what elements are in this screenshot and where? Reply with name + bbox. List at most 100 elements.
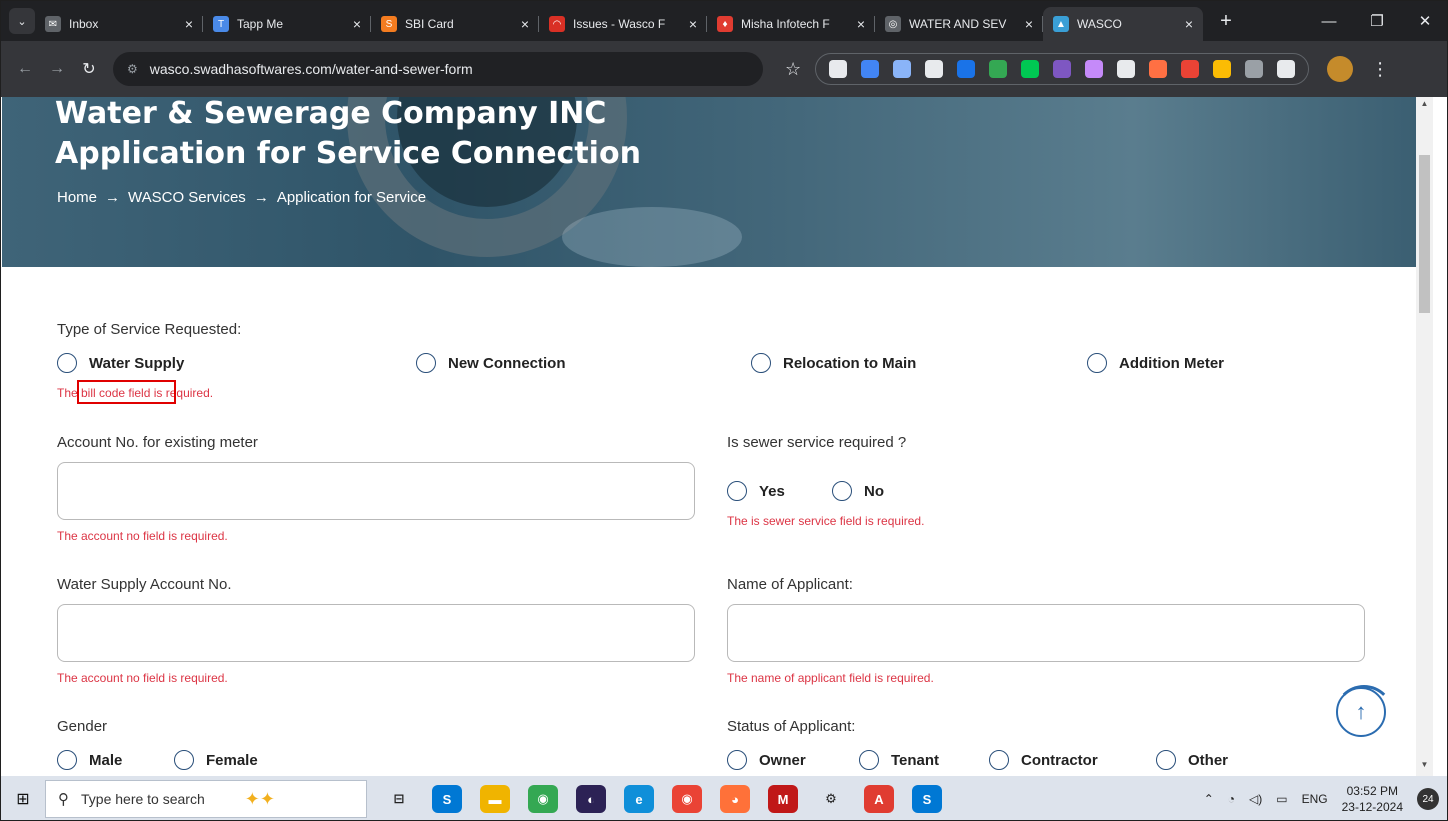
radio-circle[interactable] (416, 353, 436, 373)
taskbar-search-box[interactable]: ⚲ Type here to search ✦✦ (45, 780, 367, 818)
radio-addition-meter[interactable]: Addition Meter (1087, 353, 1224, 373)
radio-status-contractor[interactable]: Contractor (989, 750, 1098, 770)
extension-icon[interactable] (1085, 60, 1104, 78)
tab-favicon-icon: ▲ (1053, 16, 1069, 32)
close-window-button[interactable]: ✕ (1401, 1, 1447, 41)
new-tab-button[interactable]: + (1213, 10, 1239, 33)
taskbar-file-explorer-icon[interactable]: ▬ (480, 785, 510, 813)
browser-tab[interactable]: ◎ WATER AND SEV × (875, 7, 1043, 41)
extension-icon[interactable] (893, 60, 912, 78)
battery-icon[interactable]: ▭ (1276, 792, 1287, 806)
taskbar-chrome-icon[interactable]: ◉ (528, 785, 558, 813)
notification-center-badge[interactable]: 24 (1417, 788, 1439, 810)
taskbar-chrome-profile-icon[interactable]: ◉ (672, 785, 702, 813)
browser-tab[interactable]: T Tapp Me × (203, 7, 371, 41)
extension-icon[interactable] (1149, 60, 1168, 78)
scroll-down-arrow-icon[interactable]: ▼ (1416, 760, 1433, 774)
radio-circle[interactable] (57, 353, 77, 373)
network-icon[interactable]: ◔ (1228, 792, 1235, 806)
taskbar-mcafee-icon[interactable]: M (768, 785, 798, 813)
radio-sewer-yes[interactable]: Yes (727, 481, 785, 501)
browser-tab[interactable]: ♦ Misha Infotech F × (707, 7, 875, 41)
radio-circle[interactable] (859, 750, 879, 770)
radio-label: Contractor (1021, 751, 1098, 769)
breadcrumb-services[interactable]: WASCO Services (128, 189, 246, 206)
radio-relocation-to-main[interactable]: Relocation to Main (751, 353, 916, 373)
restore-button[interactable]: ❐ (1353, 1, 1401, 41)
minimize-button[interactable]: — (1305, 1, 1353, 41)
radio-circle[interactable] (1156, 750, 1176, 770)
browser-tab[interactable]: S SBI Card × (371, 7, 539, 41)
taskbar-eclipse-icon[interactable]: ◐ (576, 785, 606, 813)
profile-avatar[interactable] (1327, 56, 1354, 82)
taskbar-clock[interactable]: 03:52 PM 23-12-2024 (1342, 783, 1403, 815)
applicant-name-input[interactable] (727, 604, 1365, 662)
radio-status-other[interactable]: Other (1156, 750, 1228, 770)
clock-time: 03:52 PM (1346, 784, 1398, 798)
radio-circle[interactable] (832, 481, 852, 501)
taskbar-acrobat-icon[interactable]: A (864, 785, 894, 813)
extension-icon[interactable] (1021, 60, 1040, 78)
radio-circle[interactable] (727, 481, 747, 501)
volume-icon[interactable]: ◁) (1249, 792, 1262, 806)
extension-icon[interactable] (1245, 60, 1264, 78)
radio-new-connection[interactable]: New Connection (416, 353, 566, 373)
taskbar-firefox-icon[interactable]: ◕ (720, 785, 750, 813)
extension-icon[interactable] (1117, 60, 1136, 78)
breadcrumb-home[interactable]: Home (57, 189, 97, 206)
browser-tab[interactable]: ◠ Issues - Wasco F × (539, 7, 707, 41)
extension-icon[interactable] (1053, 60, 1072, 78)
extension-icon[interactable] (829, 60, 848, 78)
radio-circle[interactable] (989, 750, 1009, 770)
browser-menu-icon[interactable]: ⋮ (1371, 59, 1389, 80)
taskbar-settings-icon[interactable]: ⚙ (816, 785, 846, 813)
browser-tab[interactable]: ✉ Inbox × (35, 7, 203, 41)
extension-icon[interactable] (1277, 60, 1296, 78)
scrollbar-thumb[interactable] (1419, 155, 1430, 313)
tab-search-button[interactable]: ⌄ (9, 8, 35, 34)
page-scrollbar[interactable]: ▲ ▼ (1416, 97, 1433, 776)
taskbar-skype-2-icon[interactable]: S (912, 785, 942, 813)
tab-close-icon[interactable]: × (1025, 16, 1033, 32)
browser-tab[interactable]: ▲ WASCO × (1043, 7, 1203, 41)
tray-overflow-icon[interactable]: ⌃ (1204, 792, 1214, 806)
radio-circle[interactable] (174, 750, 194, 770)
radio-gender-male[interactable]: Male (57, 750, 122, 770)
radio-circle[interactable] (1087, 353, 1107, 373)
tab-close-icon[interactable]: × (353, 16, 361, 32)
radio-status-owner[interactable]: Owner (727, 750, 806, 770)
scroll-up-arrow-icon[interactable]: ▲ (1416, 99, 1433, 113)
radio-sewer-no[interactable]: No (832, 481, 884, 501)
radio-circle[interactable] (57, 750, 77, 770)
reload-button[interactable]: ↻ (75, 59, 103, 79)
tab-close-icon[interactable]: × (521, 16, 529, 32)
tab-close-icon[interactable]: × (689, 16, 697, 32)
radio-circle[interactable] (727, 750, 747, 770)
tab-close-icon[interactable]: × (185, 16, 193, 32)
site-info-icon[interactable]: ⚙ (127, 62, 138, 76)
extension-icon[interactable] (861, 60, 880, 78)
tab-close-icon[interactable]: × (1185, 16, 1193, 32)
water-account-input[interactable] (57, 604, 695, 662)
radio-water-supply[interactable]: Water Supply (57, 353, 184, 373)
windows-start-icon[interactable]: ⊞ (1, 789, 45, 809)
extension-icon[interactable] (1181, 60, 1200, 78)
tab-close-icon[interactable]: × (857, 16, 865, 32)
address-bar[interactable]: ⚙ wasco.swadhasoftwares.com/water-and-se… (113, 52, 763, 86)
bookmark-star-icon[interactable]: ☆ (785, 59, 801, 80)
forward-button[interactable]: → (43, 60, 71, 78)
taskbar-edge-icon[interactable]: e (624, 785, 654, 813)
radio-status-tenant[interactable]: Tenant (859, 750, 939, 770)
extension-icon[interactable] (1213, 60, 1232, 78)
extension-icon[interactable] (989, 60, 1008, 78)
account-existing-input[interactable] (57, 462, 695, 520)
back-button[interactable]: ← (11, 60, 39, 78)
extension-icon[interactable] (925, 60, 944, 78)
language-indicator[interactable]: ENG (1302, 792, 1328, 806)
extension-icon[interactable] (957, 60, 976, 78)
scroll-to-top-button[interactable]: ↑ (1334, 685, 1394, 737)
radio-gender-female[interactable]: Female (174, 750, 258, 770)
taskbar-skype-icon[interactable]: S (432, 785, 462, 813)
radio-circle[interactable] (751, 353, 771, 373)
taskbar-task-view-icon[interactable]: ⊟ (384, 785, 414, 813)
